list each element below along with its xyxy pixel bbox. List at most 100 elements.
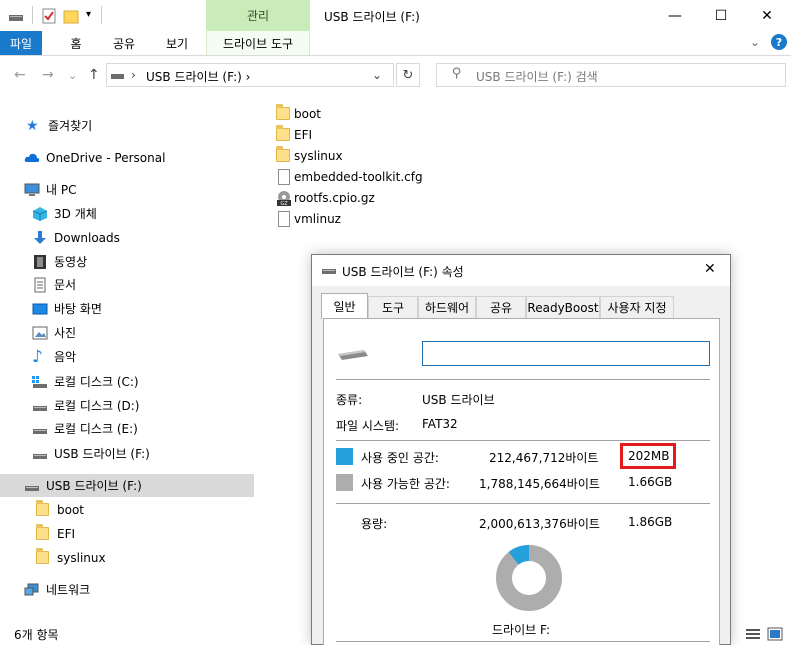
- tab-sharing[interactable]: 공유: [476, 296, 526, 318]
- used-space-swatch: [336, 448, 353, 465]
- sidebar-item-label: 즐겨찾기: [48, 119, 93, 133]
- sidebar-item-music[interactable]: ♪ 음악: [0, 345, 76, 368]
- sidebar-item-local-disk-c[interactable]: 로컬 디스크 (C:): [0, 370, 139, 393]
- file-system-label: 파일 시스템:: [336, 419, 400, 433]
- sidebar-item-usb-drive-f[interactable]: USB 드라이브 (F:): [0, 442, 150, 465]
- sidebar-item-syslinux[interactable]: syslinux: [0, 546, 106, 569]
- context-tab-manage[interactable]: 관리: [206, 0, 310, 31]
- close-button[interactable]: ✕: [744, 0, 790, 31]
- sidebar-item-efi[interactable]: EFI: [0, 522, 75, 545]
- folder-icon: [276, 104, 290, 120]
- sidebar-item-label: 바탕 화면: [54, 302, 102, 316]
- tab-hardware[interactable]: 하드웨어: [418, 296, 476, 318]
- sidebar-item-label: EFI: [57, 526, 76, 541]
- help-icon[interactable]: ?: [771, 34, 787, 50]
- sidebar-item-label: 로컬 디스크 (D:): [54, 399, 140, 413]
- list-item[interactable]: syslinux: [276, 145, 343, 166]
- file-name: vmlinuz: [294, 211, 341, 226]
- sidebar-item-usb-drive-selected[interactable]: USB 드라이브 (F:): [0, 474, 254, 497]
- file-name: embedded-toolkit.cfg: [294, 169, 423, 184]
- sidebar-item-3d-objects[interactable]: 3D 개체: [0, 202, 97, 225]
- search-icon: ⚲: [452, 66, 462, 81]
- free-space-label: 사용 가능한 공간:: [361, 477, 450, 491]
- sidebar-item-label: 사진: [54, 326, 77, 340]
- list-item[interactable]: EFI: [276, 124, 312, 145]
- list-item[interactable]: boot: [276, 103, 321, 124]
- tab-readyboost[interactable]: ReadyBoost: [526, 296, 600, 318]
- new-folder-icon[interactable]: [63, 8, 79, 24]
- sidebar-item-label: 내 PC: [46, 183, 77, 197]
- refresh-button[interactable]: ↻: [396, 63, 420, 87]
- maximize-button[interactable]: ☐: [698, 0, 744, 31]
- up-button[interactable]: ↑: [88, 67, 100, 83]
- sidebar-item-boot[interactable]: boot: [0, 498, 84, 521]
- sidebar-item-this-pc[interactable]: 내 PC: [0, 178, 76, 201]
- sidebar-item-label: 3D 개체: [54, 207, 97, 221]
- file-icon: [278, 168, 290, 185]
- used-space-label: 사용 중인 공간:: [361, 451, 439, 465]
- navigation-bar: ← → ⌄ ↑ › USB 드라이브 (F:) › ⌄ ↻ ⚲ USB 드라이브…: [0, 57, 791, 95]
- sidebar-item-local-disk-d[interactable]: 로컬 디스크 (D:): [0, 394, 139, 417]
- divider: [336, 503, 710, 504]
- list-item[interactable]: GZ rootfs.cpio.gz: [276, 187, 375, 208]
- forward-button[interactable]: →: [42, 67, 54, 83]
- sidebar-item-local-disk-e[interactable]: 로컬 디스크 (E:): [0, 417, 138, 440]
- list-item[interactable]: vmlinuz: [276, 208, 341, 229]
- sidebar-item-pictures[interactable]: 사진: [0, 321, 76, 344]
- tab-customize[interactable]: 사용자 지정: [600, 296, 674, 318]
- music-note-icon: ♪: [32, 346, 43, 367]
- tab-tools[interactable]: 도구: [368, 296, 418, 318]
- sidebar-item-network[interactable]: 네트워크: [0, 578, 90, 601]
- sidebar-item-quick-access[interactable]: ★ 즐겨찾기: [0, 114, 92, 137]
- tab-drive-tools[interactable]: 드라이브 도구: [206, 31, 310, 55]
- capacity-bytes: 2,000,613,376바이트: [479, 517, 600, 531]
- minimize-button[interactable]: —: [652, 0, 698, 31]
- dialog-close-button[interactable]: ✕: [704, 261, 716, 277]
- sidebar-item-label: 음악: [54, 350, 77, 364]
- customize-toolbar-icon[interactable]: ▾: [86, 9, 91, 20]
- sidebar-item-label: USB 드라이브 (F:): [46, 479, 142, 493]
- address-dropdown-icon[interactable]: ⌄: [372, 68, 382, 82]
- tab-view[interactable]: 보기: [158, 31, 196, 55]
- sidebar-item-documents[interactable]: 문서: [0, 273, 76, 296]
- drive-caption: 드라이브 F:: [492, 623, 550, 637]
- details-view-icon[interactable]: [746, 628, 760, 640]
- file-name: syslinux: [294, 148, 343, 163]
- address-separator: ›: [131, 68, 136, 82]
- address-path[interactable]: USB 드라이브 (F:) ›: [146, 68, 250, 85]
- sidebar-item-desktop[interactable]: 바탕 화면: [0, 297, 102, 320]
- download-icon: [34, 230, 46, 244]
- film-icon: [34, 254, 46, 269]
- list-item[interactable]: embedded-toolkit.cfg: [276, 166, 423, 187]
- tab-general[interactable]: 일반: [321, 293, 368, 319]
- computer-icon: [24, 183, 40, 196]
- file-icon: [278, 210, 290, 227]
- used-space-bytes: 212,467,712바이트: [489, 451, 599, 465]
- sidebar-item-downloads[interactable]: Downloads: [0, 226, 120, 249]
- drive-icon: [338, 350, 368, 360]
- divider: [336, 641, 710, 642]
- large-icons-view-icon[interactable]: [767, 627, 783, 641]
- document-icon: [34, 277, 46, 292]
- tab-share[interactable]: 공유: [105, 31, 143, 55]
- archive-icon: GZ: [277, 190, 291, 206]
- dialog-title-bar: USB 드라이브 (F:) 속성 ✕: [312, 255, 730, 286]
- tab-home[interactable]: 홈: [59, 31, 93, 55]
- sidebar-item-videos[interactable]: 동영상: [0, 250, 87, 273]
- usage-donut-chart: [496, 545, 562, 611]
- general-panel: 종류: USB 드라이브 파일 시스템: FAT32 사용 중인 공간: 212…: [323, 318, 720, 645]
- drive-icon: [33, 405, 47, 411]
- properties-icon[interactable]: [41, 8, 57, 24]
- tab-file[interactable]: 파일: [0, 31, 42, 55]
- expand-ribbon-icon[interactable]: ⌄: [750, 35, 760, 49]
- cloud-icon: [24, 153, 40, 162]
- recent-locations-button[interactable]: ⌄: [68, 69, 77, 82]
- sidebar-item-onedrive[interactable]: OneDrive - Personal: [0, 146, 165, 169]
- toolbar-divider: [101, 6, 102, 24]
- type-value: USB 드라이브: [422, 393, 495, 407]
- back-button[interactable]: ←: [14, 67, 26, 83]
- drive-name-input[interactable]: [422, 341, 710, 366]
- window-title: USB 드라이브 (F:): [324, 10, 420, 24]
- free-space-bytes: 1,788,145,664바이트: [479, 477, 600, 491]
- title-bar: ▾ 관리 USB 드라이브 (F:) — ☐ ✕: [0, 0, 791, 31]
